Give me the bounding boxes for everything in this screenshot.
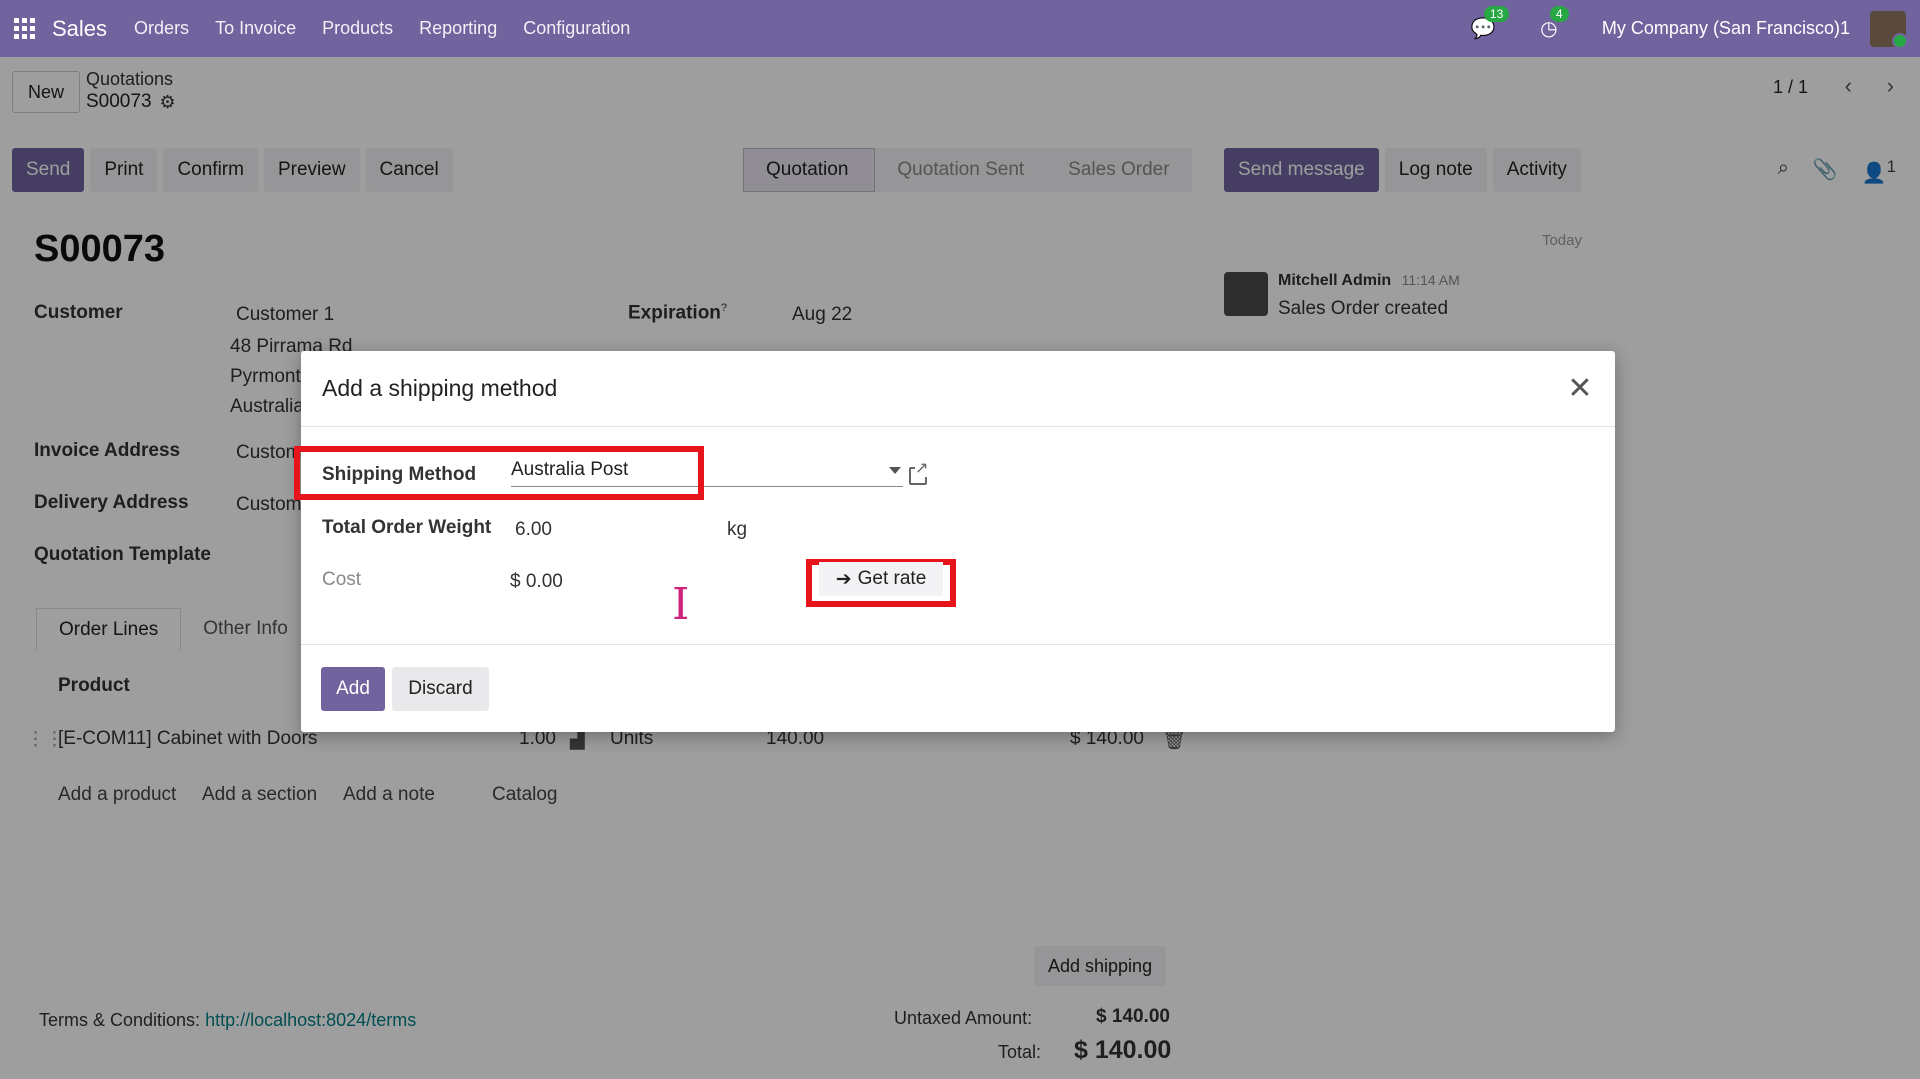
menu-products[interactable]: Products (322, 18, 393, 39)
dialog-title: Add a shipping method (322, 375, 558, 401)
dialog-footer: Add Discard (301, 644, 1615, 732)
shipping-method-highlight (294, 446, 704, 500)
activities-badge: 4 (1549, 5, 1569, 22)
cost-value: $ 0.00 (510, 571, 563, 592)
weight-label: Total Order Weight (322, 517, 492, 538)
weight-value: 6.00 (515, 519, 552, 540)
company-switcher[interactable]: My Company (San Francisco)1 (1602, 18, 1850, 39)
user-avatar[interactable] (1870, 10, 1908, 49)
get-rate-label: Get rate (857, 568, 927, 589)
activity-clock-icon[interactable]: ◷ 4 (1536, 5, 1569, 42)
get-rate-button[interactable]: ➔ Get rate (819, 562, 943, 596)
app-menu-icon[interactable] (14, 17, 36, 40)
close-icon[interactable]: ✕ (1563, 371, 1597, 405)
menu-orders[interactable]: Orders (134, 18, 189, 39)
external-link-icon[interactable] (909, 461, 929, 485)
menu-configuration[interactable]: Configuration (523, 18, 630, 39)
navbar-systray: 💬 13 ◷ 4 My Company (San Francisco)1 (1470, 0, 1920, 57)
app-brand[interactable]: Sales (52, 16, 107, 42)
top-navbar: Sales Orders To Invoice Products Reporti… (0, 0, 1920, 57)
arrow-right-icon: ➔ (835, 568, 852, 590)
menu-to-invoice[interactable]: To Invoice (215, 18, 296, 39)
shipping-method-dialog: Add a shipping method ✕ Shipping Method … (294, 351, 1615, 732)
menu-reporting[interactable]: Reporting (419, 18, 497, 39)
cost-label: Cost (322, 569, 362, 590)
text-cursor-icon: I (672, 579, 690, 630)
weight-unit: kg (727, 519, 748, 540)
discard-button[interactable]: Discard (392, 667, 489, 711)
messaging-icon[interactable]: 💬 13 (1470, 5, 1510, 42)
add-button[interactable]: Add (321, 667, 385, 711)
chevron-down-icon[interactable] (889, 467, 901, 474)
messages-badge: 13 (1483, 5, 1510, 22)
dialog-header: Add a shipping method (301, 351, 1615, 427)
